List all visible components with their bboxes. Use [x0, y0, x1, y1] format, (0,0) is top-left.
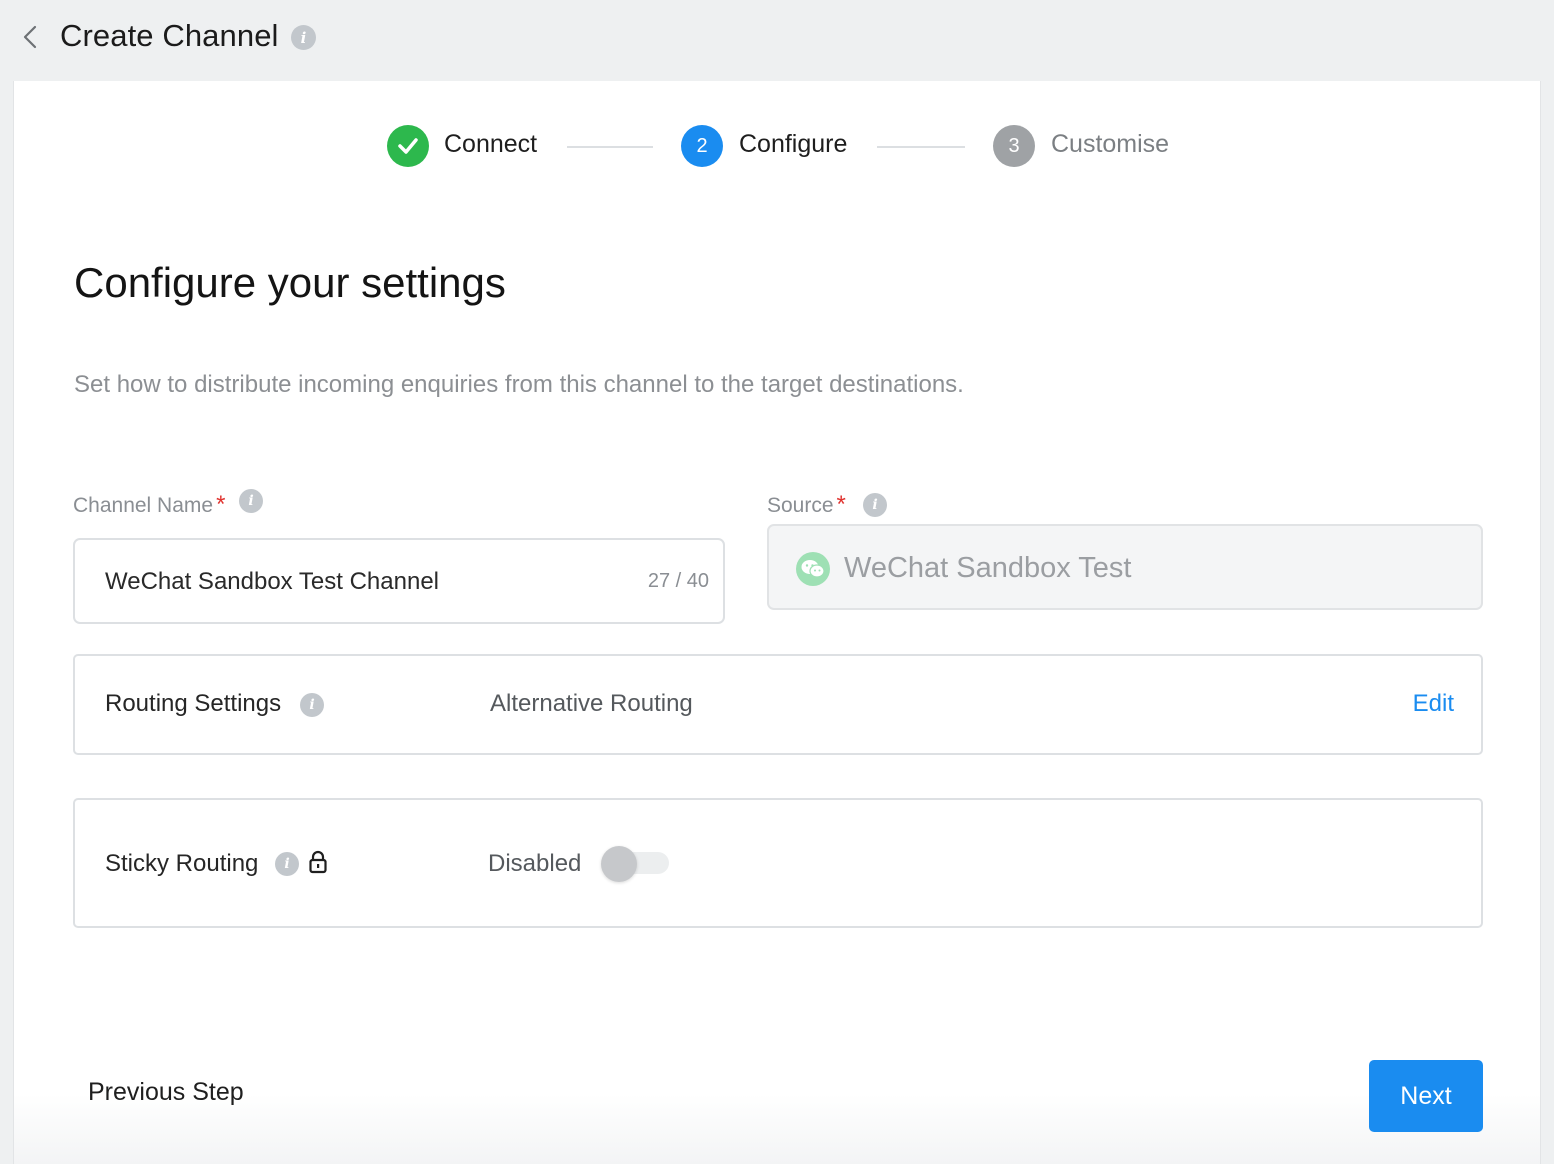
- page-header: Create Channel i: [0, 0, 1554, 80]
- routing-info-icon[interactable]: i: [300, 693, 324, 717]
- step-divider: [877, 146, 965, 148]
- routing-settings-value: Alternative Routing: [490, 690, 693, 717]
- toggle-knob: [601, 846, 637, 882]
- sticky-routing-label: Sticky Routing: [105, 850, 259, 877]
- sticky-info-icon[interactable]: i: [275, 852, 299, 876]
- previous-step-button[interactable]: Previous Step: [88, 1078, 244, 1107]
- step-number-customise: 3: [993, 125, 1035, 167]
- edit-routing-button[interactable]: Edit: [1413, 690, 1454, 718]
- channel-name-label-text: Channel Name: [73, 494, 214, 517]
- step-number-configure: 2: [681, 125, 723, 167]
- source-info-icon[interactable]: i: [863, 493, 887, 517]
- required-mark: *: [216, 491, 226, 518]
- character-counter: 27 / 40: [647, 570, 709, 592]
- page-title: Create Channel: [60, 18, 279, 53]
- required-mark: *: [836, 491, 846, 518]
- main-card: Connect 2 Configure 3 Customise Configur…: [13, 81, 1541, 1164]
- step-connect-done-icon: [387, 125, 429, 167]
- sticky-routing-status: Disabled: [488, 850, 582, 877]
- channel-name-value: WeChat Sandbox Test Channel: [105, 568, 439, 595]
- next-button[interactable]: Next: [1369, 1060, 1483, 1132]
- lock-icon: [308, 850, 328, 879]
- section-title: Configure your settings: [74, 259, 506, 306]
- section-description: Set how to distribute incoming enquiries…: [74, 371, 964, 398]
- step-label-configure: Configure: [739, 130, 848, 158]
- back-button[interactable]: [18, 24, 42, 50]
- source-field-readonly: WeChat Sandbox Test: [767, 524, 1483, 610]
- source-label: Source *: [767, 491, 846, 519]
- routing-settings-label: Routing Settings: [105, 690, 282, 717]
- sticky-routing-row: Sticky Routing i Disabled: [73, 798, 1483, 928]
- routing-settings-row: Routing Settings i Alternative Routing E…: [73, 654, 1483, 755]
- source-label-text: Source: [767, 494, 834, 517]
- source-value: WeChat Sandbox Test: [844, 552, 1132, 584]
- step-label-customise: Customise: [1051, 130, 1170, 158]
- sticky-routing-toggle[interactable]: [601, 846, 669, 882]
- channel-name-label: Channel Name *: [73, 491, 225, 519]
- step-divider: [567, 146, 653, 148]
- wechat-icon: [796, 552, 830, 586]
- step-label-connect: Connect: [444, 130, 538, 158]
- channel-name-info-icon[interactable]: i: [239, 489, 263, 513]
- channel-name-input[interactable]: WeChat Sandbox Test Channel 27 / 40: [73, 538, 725, 624]
- info-icon[interactable]: i: [291, 25, 316, 50]
- chevron-left-icon: [23, 25, 37, 49]
